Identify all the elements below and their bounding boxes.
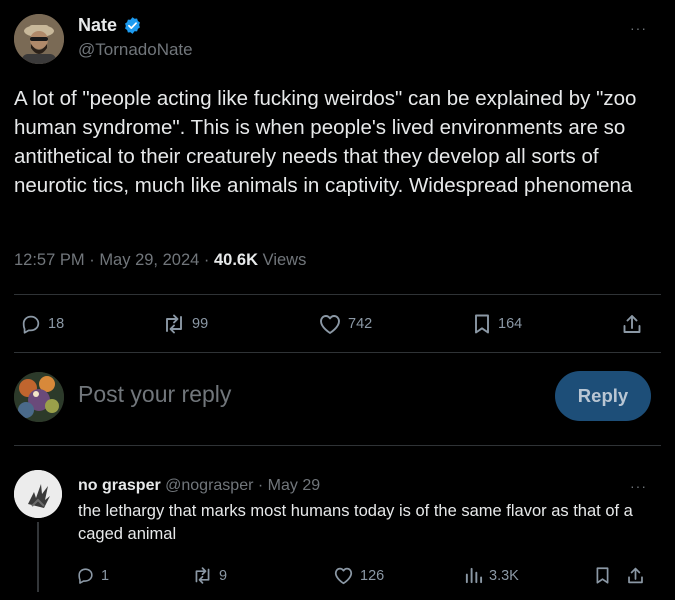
reply-header: no grasper @nograsper · May 29 xyxy=(78,477,320,495)
reply-author-handle[interactable]: @nograsper xyxy=(165,477,253,494)
reply-bookmark-action[interactable] xyxy=(594,566,611,585)
bookmark-icon xyxy=(594,566,611,585)
like-action[interactable]: 742 xyxy=(318,313,372,335)
author-name-text[interactable]: Nate xyxy=(78,15,117,36)
verified-badge-icon xyxy=(123,16,142,35)
retweet-icon xyxy=(192,566,213,585)
tweet-time[interactable]: 12:57 PM xyxy=(14,251,85,269)
bookmark-action[interactable]: 164 xyxy=(472,313,522,335)
reply-count: 18 xyxy=(48,316,65,332)
author-avatar[interactable] xyxy=(14,14,64,64)
bookmark-count: 164 xyxy=(498,316,523,332)
like-icon xyxy=(318,313,342,335)
reply-reply-count: 1 xyxy=(101,567,110,584)
divider xyxy=(14,294,661,295)
views-label: Views xyxy=(262,251,307,269)
tweet-text: A lot of "people acting like fucking wei… xyxy=(14,87,637,197)
retweet-action[interactable]: 99 xyxy=(162,313,208,335)
reply-icon xyxy=(20,313,42,335)
share-action[interactable] xyxy=(621,313,643,335)
reply-action[interactable]: 18 xyxy=(20,313,64,335)
reply-button[interactable]: Reply xyxy=(555,371,651,421)
meta-separator: · xyxy=(203,251,210,269)
tweet-date[interactable]: May 29, 2024 xyxy=(99,251,199,269)
retweet-count: 99 xyxy=(192,316,209,332)
reply-author-name[interactable]: no grasper xyxy=(78,477,161,494)
divider xyxy=(14,352,661,353)
reply-views-action[interactable]: 3.3K xyxy=(464,566,519,585)
like-icon xyxy=(333,566,354,585)
reply-like-action[interactable]: 126 xyxy=(333,566,384,585)
reply-date[interactable]: May 29 xyxy=(268,477,320,494)
reply-input[interactable]: Post your reply xyxy=(78,381,231,408)
views-count: 40.6K xyxy=(213,251,259,269)
author-name[interactable]: Nate xyxy=(78,15,142,36)
retweet-icon xyxy=(162,313,186,335)
more-icon[interactable]: ··· xyxy=(630,20,647,36)
thread-line xyxy=(37,522,39,592)
share-icon xyxy=(621,313,643,335)
share-icon xyxy=(626,566,645,585)
bookmark-icon xyxy=(472,313,492,335)
reply-like-count: 126 xyxy=(360,567,385,584)
reply-more-icon[interactable]: ··· xyxy=(630,478,647,494)
reply-author-avatar[interactable] xyxy=(14,470,62,518)
views-icon xyxy=(464,566,483,585)
reply-icon xyxy=(76,566,95,585)
meta-separator: · xyxy=(257,477,264,494)
divider xyxy=(14,445,661,446)
like-count: 742 xyxy=(348,316,373,332)
reply-text: the lethargy that marks most humans toda… xyxy=(78,502,633,543)
meta-separator: · xyxy=(89,251,95,269)
current-user-avatar xyxy=(14,372,64,422)
reply-views-count: 3.3K xyxy=(489,567,519,584)
tweet-meta: 12:57 PM · May 29, 2024 · 40.6K Views xyxy=(14,251,306,270)
reply-retweet-action[interactable]: 9 xyxy=(192,566,227,585)
reply-reply-action[interactable]: 1 xyxy=(76,566,109,585)
reply-retweet-count: 9 xyxy=(219,567,228,584)
author-handle[interactable]: @TornadoNate xyxy=(78,40,193,60)
reply-share-action[interactable] xyxy=(626,566,645,585)
